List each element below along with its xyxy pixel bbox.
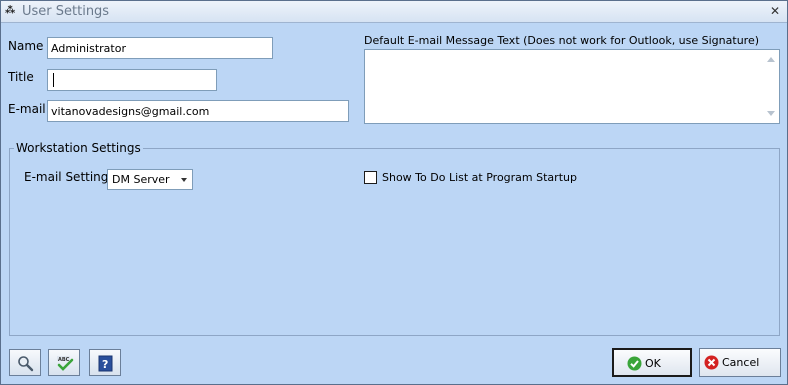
close-icon[interactable]: ✕ [767,3,783,19]
scroll-down-icon[interactable] [767,111,775,116]
help-icon: ? [98,355,113,372]
ok-button[interactable]: OK [612,348,692,377]
email-setting-dropdown[interactable]: DM Server [107,169,193,190]
svg-text:?: ? [102,358,108,371]
ok-button-label: OK [645,357,661,370]
message-scrollbar[interactable] [763,50,779,123]
email-setting-value: DM Server [112,173,170,186]
text-caret [53,73,54,87]
svg-text:ABC: ABC [58,357,70,363]
check-icon [627,356,642,371]
email-label: E-mail [8,102,46,116]
spell-check-icon: ABC [57,356,74,371]
search-button[interactable] [9,349,41,376]
message-label: Default E-mail Message Text (Does not wo… [364,34,760,47]
scroll-up-icon[interactable] [767,57,775,62]
email-setting-label: E-mail Setting [24,170,109,184]
magnifier-icon [18,356,34,372]
title-bar[interactable]: ⁂ User Settings ✕ [1,1,787,23]
spell-check-button[interactable]: ABC [48,349,80,376]
user-settings-window: ⁂ User Settings ✕ Name Title E-mail Defa… [0,0,788,385]
email-input[interactable] [47,100,349,122]
name-input[interactable] [47,37,273,59]
app-icon: ⁂ [5,5,16,16]
cancel-icon [704,355,719,370]
name-label: Name [8,39,44,53]
todo-startup-label[interactable]: Show To Do List at Program Startup [382,171,577,184]
todo-startup-checkbox[interactable] [364,171,377,184]
workstation-settings-title: Workstation Settings [14,141,143,155]
message-textarea-frame [364,49,780,124]
cancel-button-label: Cancel [722,356,760,369]
help-button[interactable]: ? [89,349,121,376]
chevron-down-icon[interactable] [181,178,187,182]
title-input[interactable] [47,69,217,91]
cancel-button[interactable]: Cancel [699,348,781,377]
message-textarea[interactable] [365,50,763,123]
window-title: User Settings [22,4,110,19]
title-label: Title [8,70,34,84]
